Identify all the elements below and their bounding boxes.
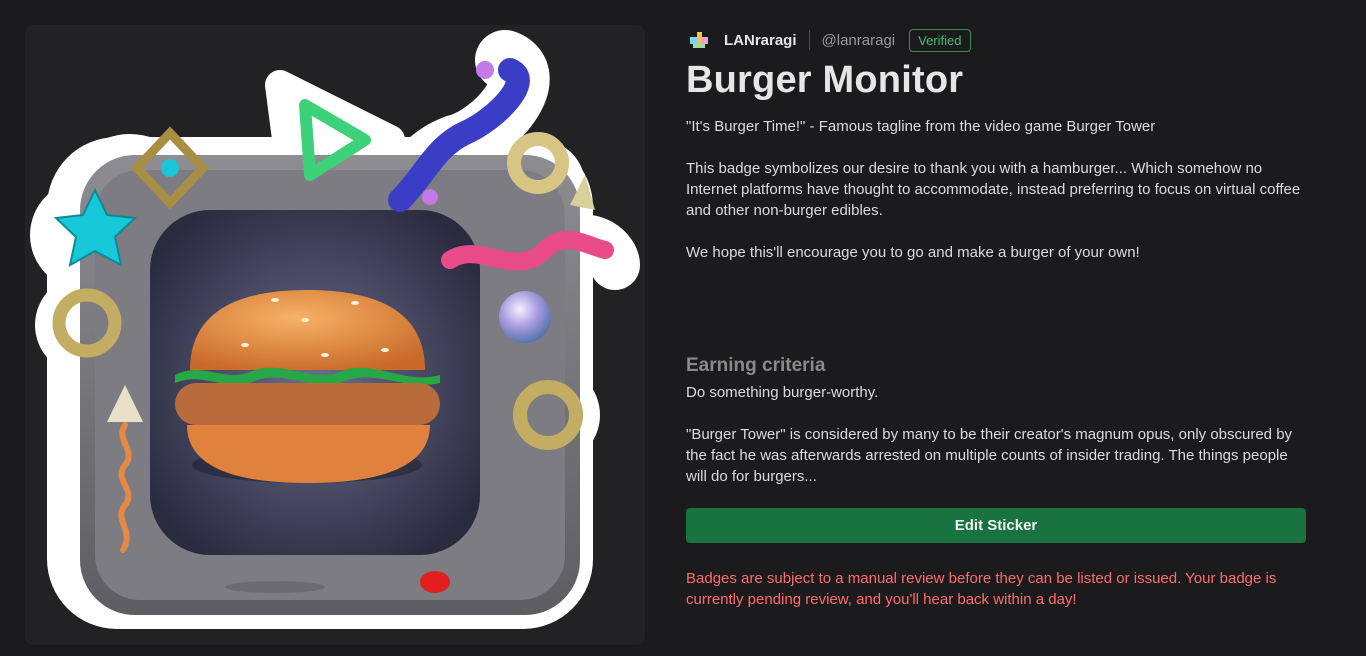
description-paragraph: This badge symbolizes our desire to than…	[686, 160, 1301, 219]
description-paragraph: We hope this'll encourage you to go and …	[686, 244, 1140, 261]
badge-description: "It's Burger Time!" - Famous tagline fro…	[686, 116, 1306, 263]
edit-sticker-button[interactable]: Edit Sticker	[686, 508, 1306, 543]
description-paragraph: "It's Burger Time!" - Famous tagline fro…	[686, 118, 1156, 135]
lanraragi-logo-icon	[690, 32, 708, 48]
criteria-paragraph: "Burger Tower" is considered by many to …	[686, 426, 1293, 485]
earning-criteria-text: Do something burger-worthy. "Burger Towe…	[686, 382, 1306, 508]
verified-badge: Verified	[909, 28, 971, 52]
review-pending-notice: Badges are subject to a manual review be…	[686, 570, 1277, 608]
burger-monitor-sticker-image	[30, 30, 640, 629]
badge-info-panel: LANraragi @lanraragi Verified Burger Mon…	[686, 25, 1306, 608]
criteria-paragraph: Do something burger-worthy.	[686, 384, 879, 401]
divider	[808, 30, 810, 50]
earning-criteria-heading: Earning criteria	[686, 355, 826, 376]
creator-name-link[interactable]: LANraragi	[724, 32, 797, 49]
sticker-artwork-panel	[25, 25, 645, 645]
creator-row: LANraragi @lanraragi Verified	[686, 25, 1306, 55]
badge-title: Burger Monitor	[686, 59, 964, 101]
creator-handle: @lanraragi	[821, 31, 896, 49]
